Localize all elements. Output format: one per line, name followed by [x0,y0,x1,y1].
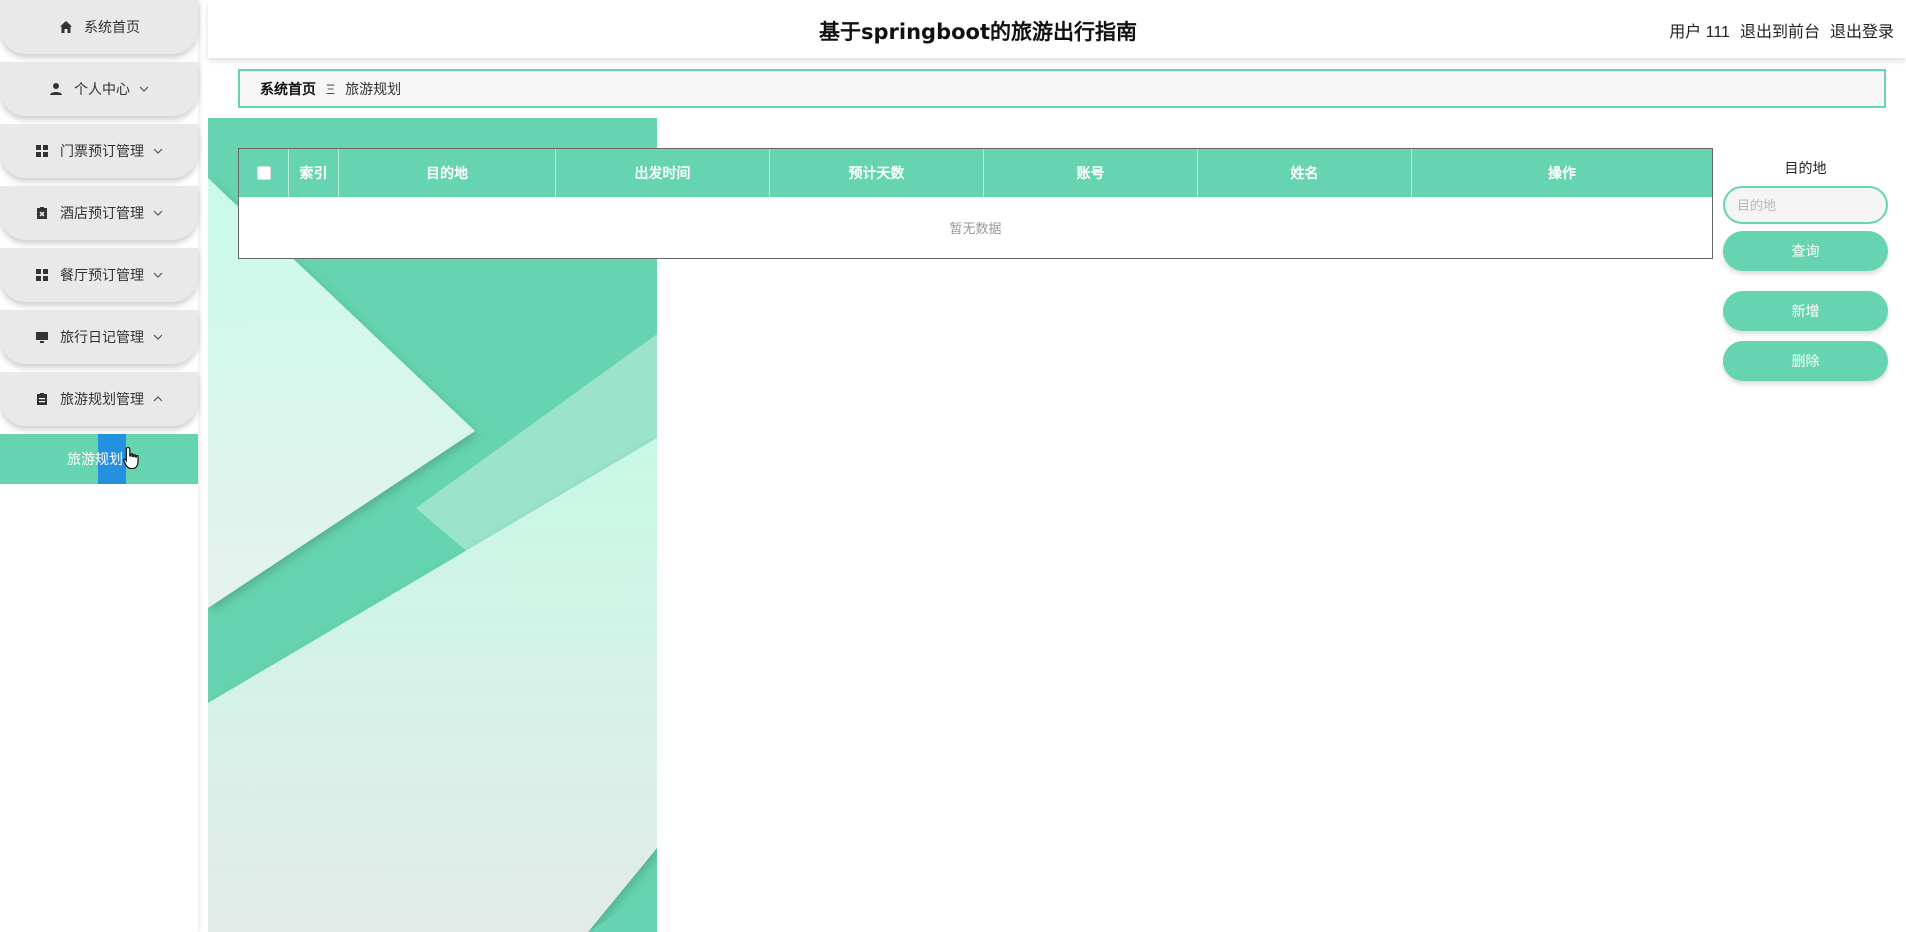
destination-label: 目的地 [1784,160,1827,176]
breadcrumb-current: 旅游规划 [345,80,402,97]
search-button[interactable]: 查询 [1723,231,1888,271]
chevron-down-icon [138,83,150,95]
person-icon [48,81,64,97]
sidebar-subitem-label: 旅游规划 [67,451,123,467]
sidebar-item-restaurant-booking[interactable]: 餐厅预订管理 [0,248,198,302]
logout-link[interactable]: 退出登录 [1830,18,1894,42]
sidebar: 系统首页 个人中心 门票预订管理 酒店预订管理 餐厅预订管理 旅行日记管理 旅游… [0,0,198,932]
chevron-down-icon [152,145,164,157]
sidebar-item-label: 个人中心 [74,81,130,97]
select-all-cell [239,149,289,197]
breadcrumb-separator: Ξ [326,80,336,97]
hand-cursor-icon [122,446,142,475]
sidebar-item-label: 旅游规划管理 [60,391,144,407]
header-actions: 用户 111 退出到前台 退出登录 [1669,18,1894,42]
breadcrumb-home[interactable]: 系统首页 [260,79,316,99]
breadcrumb: 系统首页 Ξ 旅游规划 [238,69,1886,108]
select-all-checkbox[interactable] [256,166,271,180]
chevron-down-icon [152,331,164,343]
sidebar-item-hotel-booking[interactable]: 酒店预订管理 [0,186,198,240]
sidebar-item-label: 门票预订管理 [60,143,144,159]
home-icon [58,19,74,35]
column-header: 操作 [1548,165,1576,181]
top-header: 基于springboot的旅游出行指南 用户 111 退出到前台 退出登录 [208,0,1906,58]
sidebar-item-label: 餐厅预订管理 [60,267,144,283]
sidebar-item-travel-diary[interactable]: 旅行日记管理 [0,310,198,364]
clipboard-x-icon [34,205,50,221]
destination-search-input[interactable] [1723,186,1888,224]
clipboard-icon [34,391,50,407]
grid-icon [34,267,50,283]
sidebar-item-label: 旅行日记管理 [60,329,144,345]
column-header: 出发时间 [556,149,770,197]
travel-plan-table: 索引 目的地 出发时间 预计天数 账号 姓名 操作 暂无数据 [238,148,1713,259]
chevron-down-icon [152,269,164,281]
grid-icon [34,143,50,159]
sidebar-item-label: 系统首页 [84,19,140,35]
page-title: 基于springboot的旅游出行指南 [819,20,1137,44]
sidebar-subitem-travel-plan[interactable]: 旅游规划 [0,434,198,484]
sidebar-item-travel-planning[interactable]: 旅游规划管理 [0,372,198,426]
sidebar-item-home[interactable]: 系统首页 [0,0,198,54]
sidebar-item-ticket-booking[interactable]: 门票预订管理 [0,124,198,178]
delete-button[interactable]: 删除 [1723,341,1888,381]
chevron-down-icon [152,207,164,219]
column-header: 目的地 [339,149,556,197]
column-header: 索引 [289,149,339,197]
current-user: 用户 111 [1669,24,1730,41]
search-panel: 目的地 查询 新增 删除 [1723,158,1888,381]
table-header-row: 索引 目的地 出发时间 预计天数 账号 姓名 操作 [239,149,1712,197]
sidebar-item-label: 酒店预订管理 [60,205,144,221]
empty-state-text: 暂无数据 [949,221,1002,236]
monitor-icon [34,329,50,345]
back-to-front-link[interactable]: 退出到前台 [1740,18,1820,42]
column-header: 预计天数 [770,149,984,197]
column-header: 账号 [984,149,1198,197]
sidebar-item-personal-center[interactable]: 个人中心 [0,62,198,116]
column-header: 姓名 [1198,149,1412,197]
chevron-up-icon [152,393,164,405]
add-button[interactable]: 新增 [1723,291,1888,331]
